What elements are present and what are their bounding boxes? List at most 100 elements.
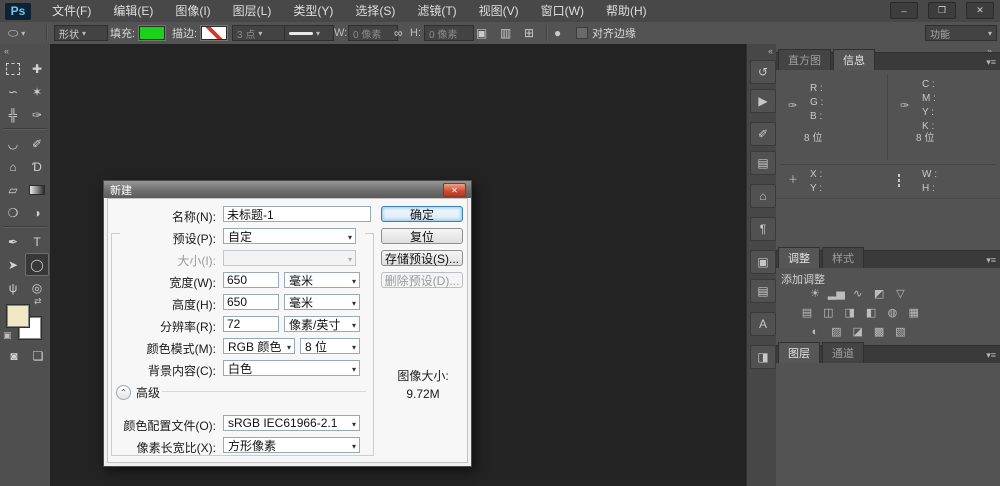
- geometry-options-button[interactable]: ●: [554, 25, 561, 41]
- tool-preset-picker[interactable]: ⬭ ▾: [8, 25, 25, 41]
- ellipse-tool[interactable]: ◯: [25, 253, 49, 276]
- brush-panel-icon[interactable]: ✐: [750, 122, 776, 146]
- tab-layers[interactable]: 图层: [778, 342, 820, 363]
- exposure-icon[interactable]: ◩: [870, 287, 888, 301]
- shape-height-field[interactable]: 0 像素: [424, 25, 474, 41]
- paragraph-panel-icon[interactable]: ¶: [750, 217, 776, 241]
- reset-button[interactable]: 复位: [381, 228, 463, 244]
- paragraph-styles-panel-icon[interactable]: ▤: [750, 279, 776, 303]
- pen-tool[interactable]: ✒: [1, 230, 25, 253]
- panel-menu-icon[interactable]: ▾≡: [986, 255, 996, 266]
- posterize-icon[interactable]: ▨: [827, 325, 845, 339]
- swap-colors-icon[interactable]: ⇄: [34, 296, 42, 307]
- link-dimensions-icon[interactable]: ∞: [394, 25, 403, 41]
- brush-tool[interactable]: ✐: [25, 132, 49, 155]
- align-edges-checkbox[interactable]: 对齐边缘: [576, 25, 636, 41]
- threshold-icon[interactable]: ◪: [849, 325, 867, 339]
- eyedropper-tool[interactable]: ✑: [25, 103, 49, 126]
- height-unit-select[interactable]: 毫米 ▾: [284, 294, 360, 310]
- menu-edit[interactable]: 编辑(E): [102, 0, 164, 22]
- quick-mask-button[interactable]: ◙: [2, 344, 26, 367]
- menu-filter[interactable]: 滤镜(T): [406, 0, 467, 22]
- type-tool[interactable]: T: [25, 230, 49, 253]
- move-tool[interactable]: ✚: [25, 57, 49, 80]
- screen-mode-button[interactable]: ❏: [26, 344, 50, 367]
- blur-tool[interactable]: ❍: [1, 201, 25, 224]
- menu-window[interactable]: 窗口(W): [530, 0, 595, 22]
- hue-saturation-icon[interactable]: ▤: [798, 306, 816, 320]
- ok-button[interactable]: 确定: [381, 206, 463, 222]
- width-input[interactable]: [223, 272, 279, 288]
- clone-source-panel-icon[interactable]: ⌂: [750, 184, 776, 208]
- default-colors-icon[interactable]: ▣: [3, 330, 12, 341]
- collapse-tools-icon[interactable]: «: [4, 46, 9, 56]
- save-preset-button[interactable]: 存储预设(S)...: [381, 250, 463, 266]
- advanced-section-header[interactable]: ⌃ 高级: [116, 384, 160, 401]
- menu-layer[interactable]: 图层(L): [222, 0, 283, 22]
- stroke-type-select[interactable]: ▾: [284, 25, 334, 41]
- black-white-icon[interactable]: ◨: [841, 306, 859, 320]
- mini-bridge-panel-icon[interactable]: ◨: [750, 345, 776, 369]
- photo-filter-icon[interactable]: ◧: [862, 306, 880, 320]
- menu-image[interactable]: 图像(I): [164, 0, 221, 22]
- magic-wand-tool[interactable]: ✶: [25, 80, 49, 103]
- spot-healing-brush-tool[interactable]: ◡: [1, 132, 25, 155]
- tab-styles[interactable]: 样式: [822, 247, 864, 268]
- tab-info[interactable]: 信息: [833, 49, 875, 70]
- dodge-tool[interactable]: ◑: [25, 201, 49, 224]
- path-arrangement-button[interactable]: ⊞: [524, 25, 534, 41]
- lasso-tool[interactable]: ∽: [1, 80, 25, 103]
- close-button[interactable]: ✕: [966, 2, 994, 19]
- channel-mixer-icon[interactable]: ◍: [883, 306, 901, 320]
- menu-select[interactable]: 选择(S): [344, 0, 406, 22]
- dialog-title-bar[interactable]: 新建: [104, 181, 471, 198]
- tab-adjustments[interactable]: 调整: [778, 247, 820, 268]
- menu-view[interactable]: 视图(V): [468, 0, 530, 22]
- shape-width-field[interactable]: 0 像素: [348, 25, 398, 41]
- history-brush-tool[interactable]: Ɗ: [25, 155, 49, 178]
- advanced-toggle-icon[interactable]: ⌃: [116, 385, 131, 400]
- rectangular-marquee-tool[interactable]: [1, 57, 25, 80]
- panel-menu-icon[interactable]: ▾≡: [986, 350, 996, 361]
- path-selection-tool[interactable]: ➤: [1, 253, 25, 276]
- color-mode-select[interactable]: RGB 颜色 ▾: [223, 338, 295, 354]
- fill-color-swatch[interactable]: [139, 25, 165, 41]
- height-input[interactable]: [223, 294, 279, 310]
- actions-panel-icon[interactable]: ▶: [750, 89, 776, 113]
- brush-presets-panel-icon[interactable]: ▤: [750, 151, 776, 175]
- pixel-aspect-ratio-select[interactable]: 方形像素 ▾: [223, 437, 360, 453]
- workspace-switcher[interactable]: 功能 ▾: [925, 25, 997, 41]
- expand-dock-icon[interactable]: «: [768, 46, 773, 56]
- selective-color-icon[interactable]: ▧: [891, 325, 909, 339]
- eraser-tool[interactable]: ▱: [1, 178, 25, 201]
- name-input[interactable]: [223, 206, 371, 222]
- tab-histogram[interactable]: 直方图: [778, 49, 831, 70]
- shape-mode-select[interactable]: 形状 ▾: [54, 25, 108, 41]
- color-lookup-icon[interactable]: ▦: [905, 306, 923, 320]
- vibrance-icon[interactable]: ▽: [891, 287, 909, 301]
- restore-button[interactable]: ❐: [928, 2, 956, 19]
- levels-icon[interactable]: ▂▅: [827, 287, 845, 301]
- clone-stamp-tool[interactable]: ⌂: [1, 155, 25, 178]
- menu-file[interactable]: 文件(F): [41, 0, 102, 22]
- history-panel-icon[interactable]: ↺: [750, 60, 776, 84]
- resolution-input[interactable]: [223, 316, 279, 332]
- background-contents-select[interactable]: 白色 ▾: [223, 360, 360, 376]
- color-balance-icon[interactable]: ◫: [819, 306, 837, 320]
- layer-comps-panel-icon[interactable]: ▣: [750, 250, 776, 274]
- brightness-contrast-icon[interactable]: ☀: [806, 287, 824, 301]
- width-unit-select[interactable]: 毫米 ▾: [284, 272, 360, 288]
- character-panel-icon[interactable]: A: [750, 312, 776, 336]
- menu-type[interactable]: 类型(Y): [282, 0, 344, 22]
- gradient-map-icon[interactable]: ▩: [870, 325, 888, 339]
- menu-help[interactable]: 帮助(H): [595, 0, 658, 22]
- panel-menu-icon[interactable]: ▾≡: [986, 57, 996, 68]
- color-depth-select[interactable]: 8 位 ▾: [300, 338, 360, 354]
- stroke-color-swatch[interactable]: [201, 25, 227, 41]
- dialog-close-button[interactable]: ✕: [443, 183, 466, 197]
- tab-channels[interactable]: 通道: [822, 342, 864, 363]
- minimize-button[interactable]: –: [890, 2, 918, 19]
- color-profile-select[interactable]: sRGB IEC61966-2.1 ▾: [223, 415, 360, 431]
- path-alignment-button[interactable]: ▥: [500, 25, 511, 41]
- invert-icon[interactable]: ◐: [806, 325, 824, 339]
